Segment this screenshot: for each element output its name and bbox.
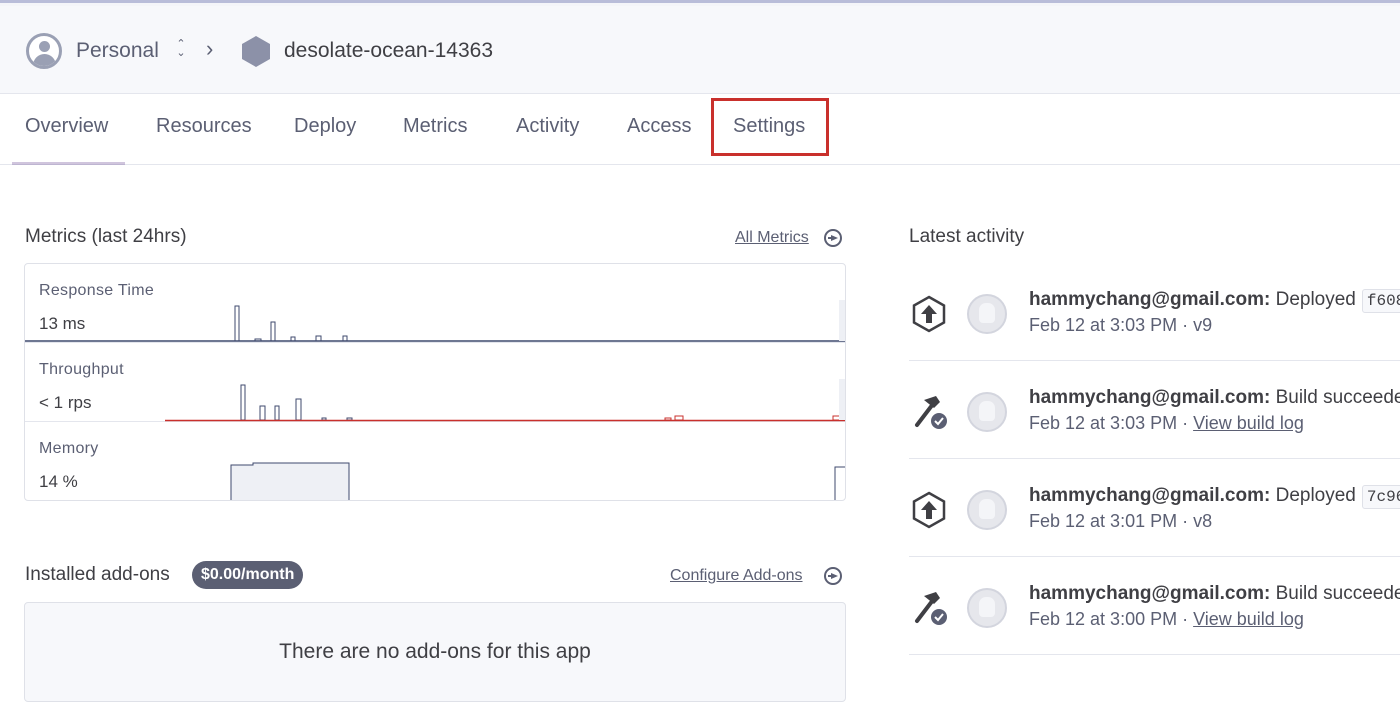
metrics-title: Metrics (last 24hrs)	[25, 226, 187, 247]
activity-item: hammychang@gmail.com: Build succeeded Fe…	[909, 361, 1400, 459]
activity-meta: Feb 12 at 3:01 PM · v8	[1029, 511, 1213, 531]
user-avatar	[967, 490, 1007, 530]
deploy-arrow-icon	[912, 295, 946, 333]
metric-value: 14 %	[39, 472, 78, 491]
activity-item: hammychang@gmail.com: Deployed7c96 Feb 1…	[909, 459, 1400, 557]
metric-label: Memory	[39, 440, 99, 457]
app-hexagon-icon	[242, 36, 270, 67]
tab-deploy[interactable]: Deploy	[294, 115, 356, 138]
tab-access[interactable]: Access	[627, 115, 691, 138]
app-name: desolate-ocean-14363	[284, 39, 493, 62]
deploy-arrow-icon	[912, 491, 946, 529]
commit-sha[interactable]: f608	[1361, 289, 1400, 313]
addons-empty-state: There are no add-ons for this app	[24, 602, 846, 702]
latest-activity-title: Latest activity	[909, 226, 1025, 247]
activity-meta: Feb 12 at 3:03 PM · View build log	[1029, 413, 1304, 433]
metrics-card: Response Time 13 ms Throughput < 1 rps M…	[24, 263, 846, 501]
metric-label: Throughput	[39, 361, 124, 378]
tab-settings[interactable]: Settings	[733, 115, 805, 138]
tab-metrics[interactable]: Metrics	[403, 115, 467, 138]
app-header: Personal ⌃ ⌄ › desolate-ocean-14363	[0, 6, 1400, 94]
app-nav-tabs: Overview Resources Deploy Metrics Activi…	[0, 95, 1400, 165]
tab-resources[interactable]: Resources	[156, 115, 252, 138]
tab-overview[interactable]: Overview	[25, 115, 108, 138]
activity-meta: Feb 12 at 3:03 PM · v9	[1029, 315, 1213, 335]
chevron-updown-icon[interactable]: ⌃ ⌄	[173, 39, 189, 60]
commit-sha[interactable]: 7c96	[1361, 485, 1400, 509]
activity-item: hammychang@gmail.com: Deployedf608 Feb 1…	[909, 263, 1400, 361]
memory-sparkline	[230, 462, 845, 500]
all-metrics-link[interactable]: All Metrics	[735, 229, 809, 247]
view-build-log-link[interactable]: View build log	[1193, 413, 1304, 433]
build-hammer-icon	[915, 592, 947, 625]
arrow-circle-right-icon[interactable]	[824, 567, 842, 585]
user-avatar	[967, 294, 1007, 334]
view-build-log-link[interactable]: View build log	[1193, 609, 1304, 629]
user-avatar	[967, 392, 1007, 432]
metric-row-response-time[interactable]: Response Time 13 ms	[25, 264, 845, 343]
activity-summary: hammychang@gmail.com: Build succeeded	[1029, 387, 1400, 408]
addons-empty-message: There are no add-ons for this app	[279, 640, 591, 663]
activity-meta: Feb 12 at 3:00 PM · View build log	[1029, 609, 1304, 629]
user-avatar	[967, 588, 1007, 628]
activity-summary: hammychang@gmail.com: Deployedf608	[1029, 289, 1400, 313]
build-hammer-icon	[915, 396, 947, 429]
arrow-circle-right-icon[interactable]	[824, 229, 842, 247]
activity-summary: hammychang@gmail.com: Build succeeded	[1029, 583, 1400, 604]
throughput-sparkline	[165, 379, 845, 422]
personal-avatar-icon[interactable]	[26, 33, 62, 69]
active-tab-underline	[12, 162, 125, 165]
metric-label: Response Time	[39, 282, 155, 299]
tab-activity[interactable]: Activity	[516, 115, 579, 138]
addons-price-badge: $0.00/month	[192, 561, 304, 589]
activity-summary: hammychang@gmail.com: Deployed7c96	[1029, 485, 1400, 509]
chevron-right-icon: ›	[206, 36, 214, 61]
response-time-sparkline	[25, 300, 845, 342]
team-switcher-label[interactable]: Personal	[76, 39, 159, 63]
configure-addons-link[interactable]: Configure Add-ons	[670, 567, 803, 585]
metric-row-throughput[interactable]: Throughput < 1 rps	[25, 343, 845, 422]
metric-row-memory[interactable]: Memory 14 %	[25, 422, 845, 500]
activity-item: hammychang@gmail.com: Build succeeded Fe…	[909, 557, 1400, 655]
addons-title: Installed add-ons	[25, 564, 170, 585]
metric-value: < 1 rps	[39, 393, 92, 412]
metric-value: 13 ms	[39, 314, 86, 333]
